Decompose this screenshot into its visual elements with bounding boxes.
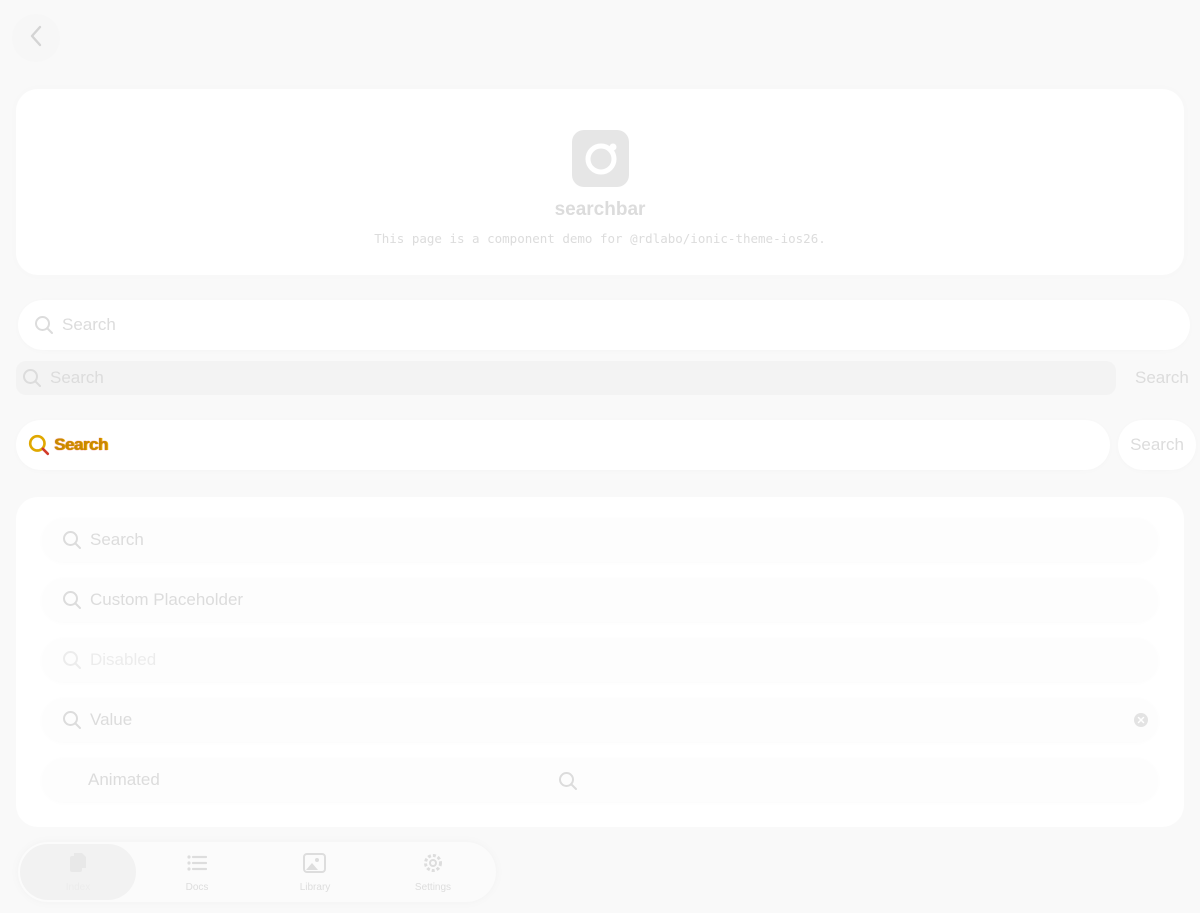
- searchbar-list-card: Search Custom Placeholder Disabled Value…: [16, 497, 1184, 827]
- tab-label: Docs: [185, 882, 209, 893]
- back-button[interactable]: [12, 14, 60, 62]
- tab-settings[interactable]: Settings: [375, 844, 491, 900]
- searchbar-placeholder: Search: [62, 315, 116, 334]
- searchbar-colored[interactable]: Search: [16, 420, 1110, 470]
- gear-icon: [421, 851, 445, 880]
- tab-label: Index: [65, 882, 91, 893]
- searchbar-placeholder: Animated: [88, 770, 160, 789]
- searchbar-value[interactable]: Value: [42, 698, 1158, 742]
- searchbar-value-text: Value: [90, 710, 133, 729]
- searchbar-placeholder: Search: [54, 435, 108, 454]
- tab-docs[interactable]: Docs: [139, 844, 255, 900]
- searchbar-placeholder: Search: [90, 530, 144, 549]
- search-icon: [62, 650, 82, 670]
- hero-card: searchbar This page is a component demo …: [16, 89, 1184, 275]
- page-subtitle: This page is a component demo for @rdlab…: [374, 231, 826, 246]
- tab-label: Settings: [414, 882, 452, 893]
- documents-icon: [66, 851, 90, 880]
- searchbar-placeholder: Custom Placeholder: [90, 590, 244, 609]
- tab-bar: Index Docs Library Settings: [18, 842, 496, 902]
- search-icon: [28, 434, 50, 456]
- searchbar-default[interactable]: Search: [18, 300, 1190, 350]
- search-icon: [22, 368, 42, 388]
- search-icon: [558, 771, 578, 796]
- search-icon: [62, 530, 82, 550]
- search-icon: [62, 710, 82, 730]
- cancel-pill-button[interactable]: Search: [1118, 420, 1196, 470]
- tab-library[interactable]: Library: [257, 844, 373, 900]
- list-icon: [185, 851, 209, 880]
- searchbar-with-cancel[interactable]: Search: [16, 361, 1116, 395]
- searchbar-basic[interactable]: Search: [42, 518, 1158, 562]
- chevron-left-icon: [29, 25, 43, 52]
- images-icon: [302, 851, 328, 880]
- searchbar-placeholder: Search: [50, 368, 104, 387]
- search-icon: [62, 590, 82, 610]
- searchbar-placeholder: Disabled: [90, 650, 157, 669]
- tab-label: Library: [299, 882, 331, 893]
- cancel-button[interactable]: Search: [1135, 368, 1189, 388]
- searchbar-animated[interactable]: Animated: [42, 758, 1158, 802]
- search-icon: [34, 315, 54, 335]
- searchbar-disabled: Disabled: [42, 638, 1158, 682]
- tab-index[interactable]: Index: [20, 844, 136, 900]
- searchbar-custom-placeholder[interactable]: Custom Placeholder: [42, 578, 1158, 622]
- clear-icon[interactable]: [1134, 713, 1148, 727]
- app-logo: [572, 130, 629, 187]
- page-title: searchbar: [554, 199, 646, 220]
